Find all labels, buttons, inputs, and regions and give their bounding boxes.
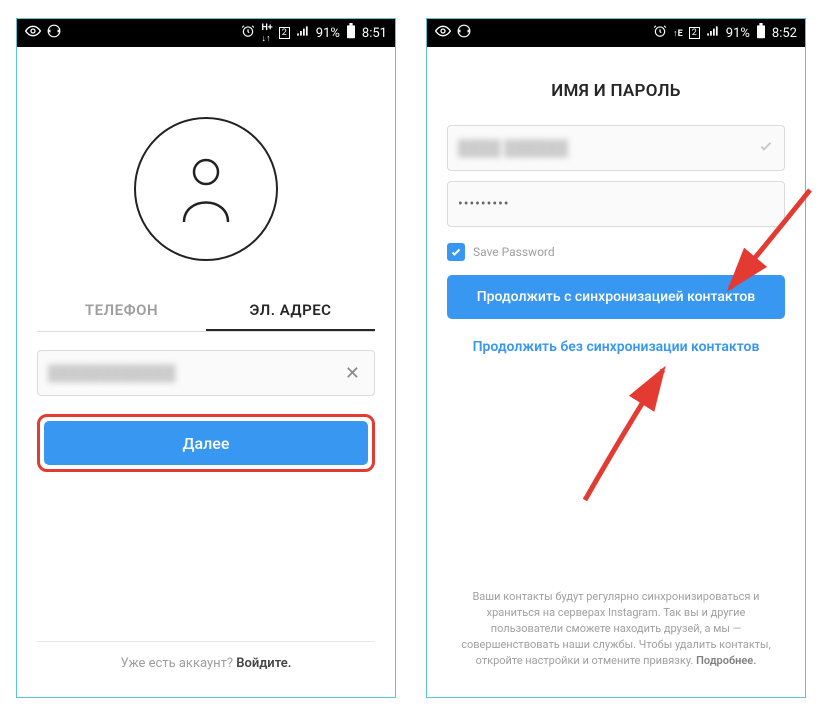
next-button[interactable]: Далее — [44, 421, 368, 465]
sim-icon: 2 — [689, 27, 700, 39]
signup-tabs: ТЕЛЕФОН ЭЛ. АДРЕС — [37, 289, 375, 332]
signal-icon — [706, 24, 720, 42]
eye-icon — [25, 23, 41, 43]
status-bar: H+↓↑ 2 91% 8:51 — [17, 19, 395, 47]
battery-icon — [756, 23, 766, 43]
battery-icon — [346, 23, 356, 43]
signup-content: ТЕЛЕФОН ЭЛ. АДРЕС ████████████ ✕ Далее У… — [17, 47, 395, 697]
battery-percent: 91% — [726, 26, 750, 41]
highlight-annotation: Далее — [37, 414, 375, 472]
teamviewer-icon — [47, 24, 61, 42]
alarm-icon — [241, 24, 255, 42]
teamviewer-icon — [457, 24, 471, 42]
name-value-redacted: ████ ██████ — [458, 139, 758, 157]
learn-more-link[interactable]: Подробнее. — [696, 654, 756, 667]
clock-text: 8:51 — [362, 26, 387, 41]
avatar-placeholder — [37, 117, 375, 261]
tab-email[interactable]: ЭЛ. АДРЕС — [206, 289, 375, 331]
save-password-checkbox[interactable] — [447, 243, 465, 261]
disclaimer-text: Ваши контакты будут регулярно синхронизи… — [447, 589, 785, 685]
name-input[interactable]: ████ ██████ — [447, 125, 785, 171]
clear-icon[interactable]: ✕ — [341, 363, 364, 384]
alarm-icon — [653, 24, 667, 42]
password-input[interactable]: ••••••••• — [447, 181, 785, 227]
email-input[interactable]: ████████████ ✕ — [37, 350, 375, 396]
phone-screen-signup: H+↓↑ 2 91% 8:51 ТЕЛЕФОН ЭЛ. АДРЕС — [16, 18, 396, 698]
login-footer: Уже есть аккаунт? Войдите. — [37, 641, 375, 685]
signal-icon — [296, 24, 310, 42]
name-password-content: ИМЯ И ПАРОЛЬ ████ ██████ ••••••••• Save … — [427, 47, 805, 697]
login-link[interactable]: Войдите. — [236, 656, 291, 671]
email-value-redacted: ████████████ — [48, 364, 341, 382]
save-password-row: Save Password — [447, 243, 785, 261]
continue-without-sync-link[interactable]: Продолжить без синхронизации контактов — [447, 339, 785, 355]
checkmark-icon — [758, 138, 774, 158]
person-icon — [176, 154, 236, 224]
sim-icon: 2 — [279, 27, 290, 39]
status-bar: ↑E 2 91% 8:52 — [427, 19, 805, 47]
eye-icon — [435, 23, 451, 43]
battery-percent: 91% — [316, 26, 340, 41]
network-icon: ↑E — [673, 28, 683, 39]
tab-phone[interactable]: ТЕЛЕФОН — [37, 289, 206, 331]
continue-with-sync-button[interactable]: Продолжить с синхронизацией контактов — [447, 275, 785, 319]
footer-prefix: Уже есть аккаунт? — [121, 656, 237, 671]
phone-screen-name-password: ↑E 2 91% 8:52 ИМЯ И ПАРОЛЬ ████ ██████ •… — [426, 18, 806, 698]
page-title: ИМЯ И ПАРОЛЬ — [447, 81, 785, 101]
network-icon: H+↓↑ — [261, 23, 272, 44]
save-password-label: Save Password — [473, 245, 555, 259]
clock-text: 8:52 — [772, 26, 797, 41]
password-mask: ••••••••• — [458, 196, 774, 212]
